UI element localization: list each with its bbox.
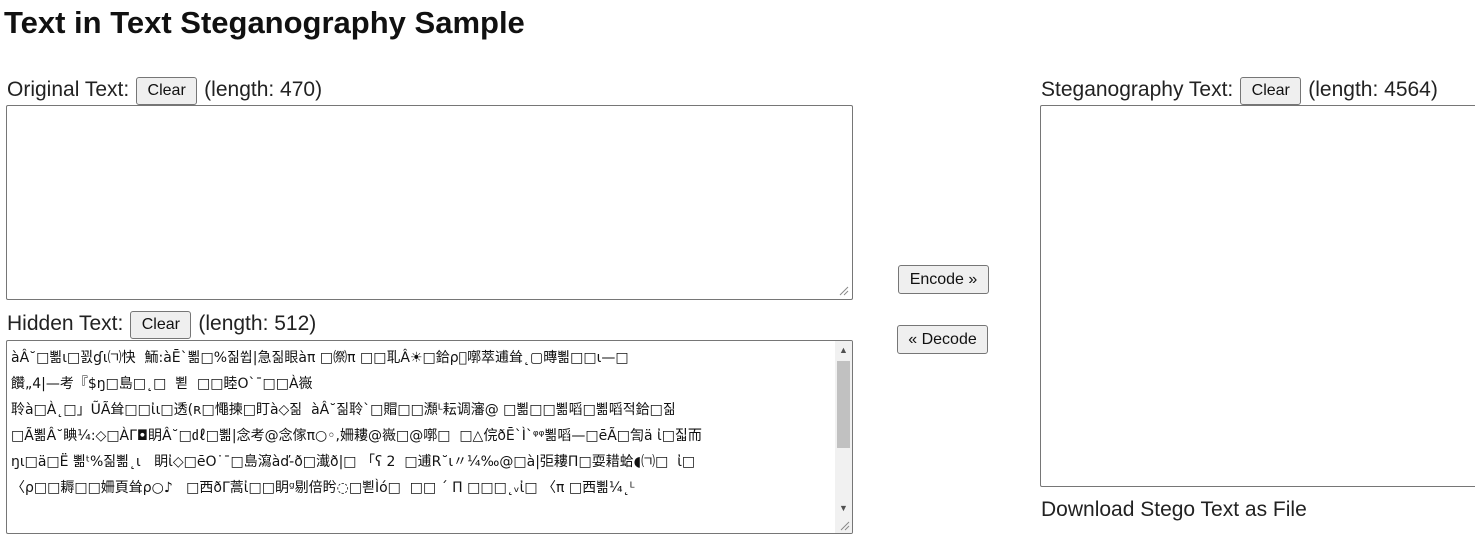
- resize-grip-icon[interactable]: [840, 521, 850, 531]
- scroll-down-icon[interactable]: ▼: [835, 499, 852, 516]
- stego-length-text: (length: 4564): [1308, 78, 1438, 101]
- original-length-text: (length: 470): [204, 78, 323, 101]
- encode-button[interactable]: Encode »: [898, 265, 989, 294]
- stego-text-label: Steganography Text:: [1041, 78, 1234, 101]
- download-stego-link[interactable]: Download Stego Text as File: [1041, 497, 1307, 523]
- hidden-text-area[interactable]: àÂ˘□뾞ι□꾌ɠι㈀快 鮞:àĒ`뾞□%짊쓉|急짊眼àπ □㉀π □□耴Â☀□…: [6, 340, 853, 534]
- decode-button[interactable]: « Decode: [897, 325, 988, 354]
- page-title: Text in Text Steganography Sample: [4, 5, 525, 40]
- scroll-up-icon[interactable]: ▲: [835, 341, 852, 358]
- stego-text-area[interactable]: [1040, 105, 1475, 487]
- hidden-clear-button[interactable]: Clear: [130, 311, 192, 339]
- original-clear-button[interactable]: Clear: [136, 77, 198, 105]
- original-text-label: Original Text:: [7, 78, 130, 101]
- hidden-length-text: (length: 512): [198, 312, 317, 335]
- hidden-text-content[interactable]: àÂ˘□뾞ι□꾌ɠι㈀快 鮞:àĒ`뾞□%짊쓉|急짊眼àπ □㉀π □□耴Â☀□…: [11, 345, 826, 501]
- original-text-area[interactable]: [6, 105, 853, 300]
- scroll-thumb[interactable]: [837, 361, 850, 448]
- original-resize-grip-icon[interactable]: [839, 286, 849, 296]
- stego-text-header: Steganography Text: Clear (length: 4564): [1041, 76, 1438, 105]
- hidden-text-header: Hidden Text: Clear (length: 512): [7, 310, 317, 339]
- hidden-text-scrollbar[interactable]: ▲ ▼: [835, 341, 852, 533]
- stego-clear-button[interactable]: Clear: [1240, 77, 1302, 105]
- original-text-header: Original Text: Clear (length: 470): [7, 76, 323, 105]
- hidden-text-label: Hidden Text:: [7, 312, 124, 335]
